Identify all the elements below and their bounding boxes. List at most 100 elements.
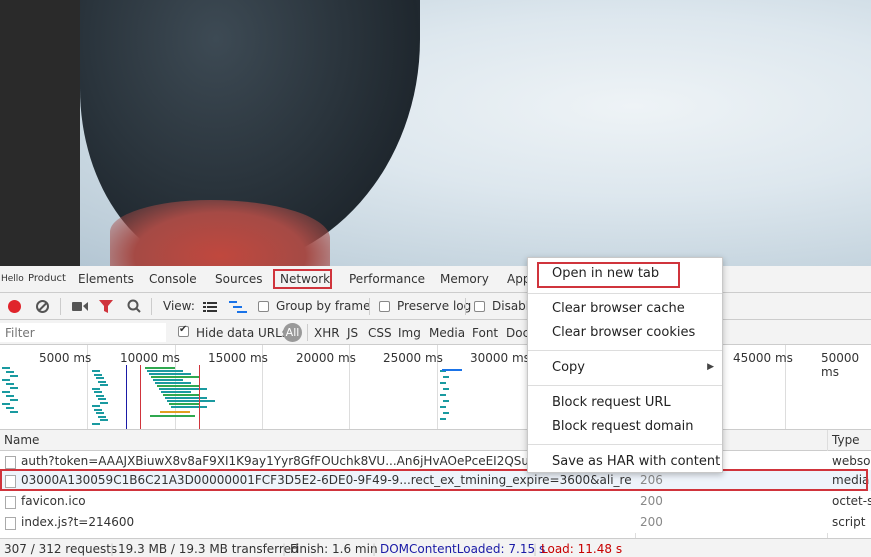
menu-item-clear-cache[interactable]: Clear browser cache — [552, 301, 685, 316]
tab-product[interactable]: Product — [28, 273, 66, 284]
menu-item-block-domain[interactable]: Block request domain — [552, 419, 694, 434]
preserve-log-checkbox[interactable] — [379, 301, 390, 312]
overview-tick-label: 45000 ms — [733, 351, 793, 365]
overview-request-bar — [92, 422, 100, 425]
tab-hello[interactable]: Hello — [1, 274, 24, 284]
network-tab-highlight — [273, 269, 332, 289]
toolbar-divider — [151, 298, 152, 315]
tab-elements[interactable]: Elements — [78, 272, 134, 286]
toolbar-divider — [369, 298, 370, 315]
request-name: favicon.ico — [21, 494, 86, 508]
tab-performance[interactable]: Performance — [349, 272, 425, 286]
overview-request-bar — [10, 399, 18, 401]
tab-console[interactable]: Console — [149, 272, 197, 286]
menu-item-block-url[interactable]: Block request URL — [552, 395, 671, 410]
status-divider: | — [282, 542, 287, 556]
filter-font-button[interactable]: Font — [472, 326, 498, 340]
overview-tick-label: 5000 ms — [39, 351, 92, 365]
view-label: View: — [163, 299, 195, 313]
clear-icon[interactable] — [36, 300, 49, 313]
overview-request-bar — [98, 398, 106, 400]
network-overview-timeline[interactable]: 5000 ms 10000 ms 15000 ms 20000 ms 25000… — [0, 345, 871, 430]
column-type-header[interactable]: Type — [832, 433, 860, 447]
filter-js-button[interactable]: JS — [347, 326, 358, 340]
overview-request-bar — [443, 388, 449, 390]
overview-request-bar — [100, 419, 108, 421]
filter-xhr-button[interactable]: XHR — [314, 326, 340, 340]
overview-tick-label: 15000 ms — [208, 351, 268, 365]
overview-tick-label: 50000 ms — [821, 351, 860, 379]
overview-request-bar — [10, 375, 18, 377]
filter-input[interactable] — [0, 323, 166, 342]
video-camera-icon[interactable] — [72, 301, 88, 312]
overview-tick-label: 25000 ms — [383, 351, 443, 365]
filter-all-button[interactable]: All — [283, 323, 302, 342]
list-view-icon[interactable] — [203, 302, 217, 312]
overview-request-bar — [171, 406, 207, 408]
file-icon — [5, 456, 16, 469]
overview-request-bar — [6, 395, 14, 397]
overview-request-bar — [92, 405, 100, 407]
overview-request-bar — [94, 373, 102, 376]
overview-request-bar — [443, 412, 449, 414]
overview-request-bar — [6, 383, 14, 385]
overview-request-bar — [6, 371, 14, 373]
column-name-header[interactable]: Name — [4, 433, 39, 447]
selected-row-highlight — [0, 469, 868, 491]
menu-divider — [528, 350, 722, 351]
menu-item-save-har[interactable]: Save as HAR with content — [552, 454, 720, 469]
video-left-panel — [0, 0, 80, 266]
load-marker — [199, 365, 200, 429]
status-divider: | — [110, 542, 115, 556]
overview-request-bar — [440, 394, 446, 396]
transferred-size: 19.3 MB / 19.3 MB transferred — [118, 542, 299, 556]
overview-tick-label: 10000 ms — [120, 351, 180, 365]
overview-request-bar — [157, 385, 199, 387]
menu-item-copy[interactable]: Copy — [552, 360, 585, 375]
filter-icon[interactable] — [99, 300, 113, 313]
search-icon[interactable] — [127, 299, 141, 313]
overview-request-bar — [10, 387, 18, 389]
overview-request-bar — [6, 407, 14, 409]
overview-request-bar — [147, 370, 183, 372]
toolbar-divider — [465, 298, 466, 315]
overview-request-bar — [96, 377, 104, 379]
waterfall-view-icon[interactable] — [229, 301, 247, 313]
menu-divider — [528, 385, 722, 386]
tab-sources[interactable]: Sources — [215, 272, 262, 286]
disable-cache-checkbox[interactable] — [474, 301, 485, 312]
overview-request-bar — [169, 403, 199, 405]
table-row[interactable]: index.js?t=214600 200 script — [0, 512, 871, 533]
filter-doc-button[interactable]: Doc — [506, 326, 529, 340]
group-by-frame-label: Group by frame — [276, 299, 371, 313]
menu-item-clear-cookies[interactable]: Clear browser cookies — [552, 325, 695, 340]
network-toolbar: View: Group by frame Preserve log Disabl… — [0, 293, 871, 320]
toolbar-divider — [60, 298, 61, 315]
hide-data-urls-checkbox[interactable] — [178, 324, 189, 337]
overview-request-bar — [442, 369, 462, 371]
group-by-frame-checkbox[interactable] — [258, 301, 269, 312]
overview-request-bar — [100, 401, 108, 404]
request-status: 200 — [640, 494, 663, 508]
overview-request-bar — [440, 382, 446, 384]
overview-request-bar — [98, 415, 106, 418]
overview-request-bar — [94, 408, 102, 411]
overview-request-bar — [2, 403, 10, 405]
filter-img-button[interactable]: Img — [398, 326, 421, 340]
submenu-arrow-icon: ▶ — [707, 362, 714, 372]
load-time: Load: 11.48 s — [541, 542, 623, 556]
record-icon[interactable] — [8, 300, 21, 313]
filter-css-button[interactable]: CSS — [368, 326, 392, 340]
overview-request-bar — [440, 406, 446, 408]
context-menu: Open in new tab Clear browser cache Clea… — [527, 257, 723, 473]
status-divider: | — [533, 542, 538, 556]
filter-media-button[interactable]: Media — [429, 326, 465, 340]
table-row[interactable]: favicon.ico 200 octet-st — [0, 491, 871, 512]
overview-request-bar — [153, 379, 183, 381]
overview-request-bar — [443, 376, 449, 378]
tab-memory[interactable]: Memory — [440, 272, 489, 286]
dom-content-loaded-marker — [126, 365, 127, 429]
overview-request-bar — [163, 394, 199, 396]
overview-request-bar — [100, 384, 108, 386]
request-type: octet-st — [832, 494, 871, 508]
